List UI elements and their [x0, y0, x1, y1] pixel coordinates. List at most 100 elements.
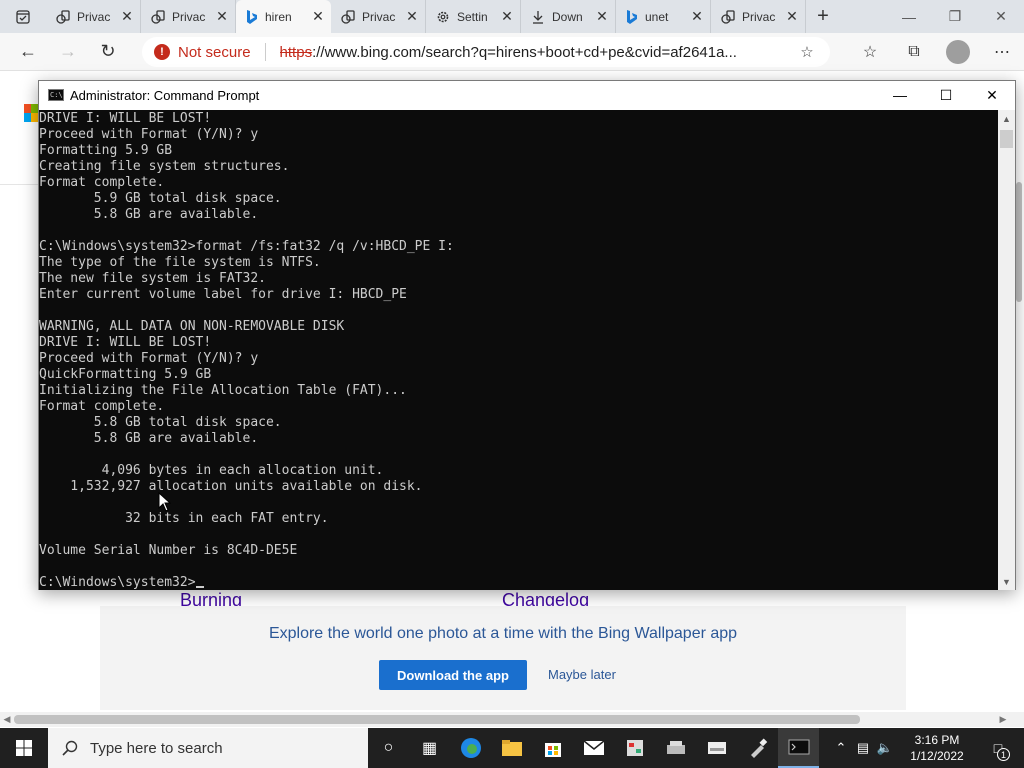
gear-icon	[436, 10, 450, 24]
tab-close-icon[interactable]: ✕	[311, 8, 325, 24]
console-line: 4,096 bytes in each allocation unit.	[39, 463, 384, 478]
scroll-up-icon[interactable]: ▲	[998, 110, 1015, 127]
usb-tool-icon[interactable]	[737, 728, 778, 768]
scroll-down-icon[interactable]: ▼	[998, 573, 1015, 590]
address-bar[interactable]: ! Not secure https://www.bing.com/search…	[142, 37, 830, 67]
scroll-right-icon[interactable]: ▶	[996, 712, 1010, 727]
cmd-window-controls: — ☐ ✕	[877, 81, 1015, 109]
maybe-later-link[interactable]: Maybe later	[548, 667, 616, 682]
download-icon	[531, 10, 545, 24]
forward-button[interactable]: →	[48, 33, 88, 71]
cmd-minimize-button[interactable]: —	[877, 81, 923, 109]
console-line: Format complete.	[39, 399, 165, 414]
console-line: Format complete.	[39, 175, 165, 190]
browser-tab[interactable]: Settin ✕	[426, 0, 521, 33]
security-status[interactable]: Not secure	[178, 44, 251, 61]
back-button[interactable]: ←	[8, 33, 48, 71]
show-hidden-icons-icon[interactable]: ⌃	[830, 740, 852, 756]
profile-button[interactable]	[936, 33, 980, 71]
page-horizontal-scrollbar[interactable]: ◀ ▶	[0, 712, 1024, 727]
tab-close-icon[interactable]: ✕	[690, 8, 704, 24]
page-scroll-thumb[interactable]	[1016, 182, 1022, 302]
clock-time: 3:16 PM	[914, 733, 960, 747]
console-line: Volume Serial Number is 8C4D-DE5E	[39, 543, 298, 558]
edge-icon[interactable]	[450, 728, 491, 768]
task-view-icon[interactable]: ▦	[409, 728, 450, 768]
drive-tool-icon[interactable]	[655, 728, 696, 768]
store-icon[interactable]	[532, 728, 573, 768]
tab-close-icon[interactable]: ✕	[215, 8, 229, 24]
command-prompt-window[interactable]: C:\ Administrator: Command Prompt — ☐ ✕ …	[38, 80, 1016, 590]
cmd-vertical-scrollbar[interactable]: ▲ ▼	[998, 110, 1015, 590]
control-panel-icon[interactable]	[614, 728, 655, 768]
cmd-title-bar[interactable]: C:\ Administrator: Command Prompt — ☐ ✕	[39, 81, 1015, 109]
scroll-left-icon[interactable]: ◀	[0, 712, 14, 727]
desktop: Privac ✕ Privac ✕ hiren ✕ Privac ✕ Settin ✕ Down ✕ u…	[0, 0, 1024, 768]
action-center-button[interactable]: □ 1	[978, 728, 1018, 768]
taskbar-search-box[interactable]: Type here to search	[48, 728, 368, 768]
console-prompt[interactable]: C:\Windows\system32>	[39, 575, 999, 590]
restore-button[interactable]: ❐	[932, 0, 978, 33]
tab-title: Privac	[742, 9, 776, 24]
volume-muted-icon[interactable]: 🔈	[874, 740, 896, 756]
new-tab-button[interactable]: +	[806, 0, 840, 33]
browser-tab[interactable]: Down ✕	[521, 0, 616, 33]
browser-tab[interactable]: Privac ✕	[46, 0, 141, 33]
promo-text: Explore the world one photo at a time wi…	[268, 625, 738, 642]
network-icon[interactable]: ▤	[852, 740, 874, 756]
tab-close-icon[interactable]: ✕	[595, 8, 609, 24]
refresh-button[interactable]: ↻	[88, 33, 128, 71]
notification-count-badge: 1	[997, 748, 1010, 761]
tab-close-icon[interactable]: ✕	[120, 8, 134, 24]
file-explorer-icon[interactable]	[491, 728, 532, 768]
browser-tab[interactable]: hiren ✕	[236, 0, 331, 33]
system-clock[interactable]: 3:16 PM 1/12/2022	[896, 732, 978, 764]
add-favorite-icon[interactable]: ☆	[796, 43, 818, 61]
search-icon	[62, 740, 78, 756]
avatar	[946, 40, 970, 64]
command-prompt-taskbar-icon[interactable]	[778, 728, 819, 768]
collections-icon[interactable]: ⧉	[892, 33, 936, 71]
console-line: DRIVE I: WILL BE LOST!	[39, 335, 212, 350]
download-app-button[interactable]: Download the app	[379, 660, 527, 690]
url-text[interactable]: https://www.bing.com/search?q=hirens+boo…	[280, 44, 796, 61]
disk-utility-icon[interactable]	[696, 728, 737, 768]
url-scheme: https	[279, 43, 313, 61]
tab-title: Privac	[77, 9, 111, 24]
console-line: The new file system is FAT32.	[39, 271, 266, 286]
cmd-window-title: Administrator: Command Prompt	[70, 87, 260, 103]
tab-close-icon[interactable]: ✕	[785, 8, 799, 24]
page-hscroll-thumb[interactable]	[14, 715, 860, 724]
cmd-maximize-button[interactable]: ☐	[923, 81, 969, 109]
tab-close-icon[interactable]: ✕	[500, 8, 514, 24]
page-icon	[151, 9, 165, 24]
minimize-button[interactable]: —	[886, 0, 932, 33]
page-icon	[341, 9, 355, 24]
browser-tab-strip: Privac ✕ Privac ✕ hiren ✕ Privac ✕ Settin ✕ Down ✕ u…	[0, 0, 1024, 33]
wallpaper-promo: Explore the world one photo at a time wi…	[100, 606, 906, 710]
page-icon	[721, 9, 735, 24]
browser-tab[interactable]: unet ✕	[616, 0, 711, 33]
cortana-icon[interactable]: ○	[368, 728, 409, 768]
console-line: 5.8 GB are available.	[39, 207, 259, 222]
console-line: 5.9 GB total disk space.	[39, 191, 282, 206]
tab-close-icon[interactable]: ✕	[405, 8, 419, 24]
browser-tab[interactable]: Privac ✕	[711, 0, 806, 33]
console-area[interactable]: DRIVE I: WILL BE LOST! Proceed with Forma…	[39, 110, 999, 590]
cmd-icon: C:\	[48, 89, 64, 101]
more-menu-icon[interactable]: ⋯	[980, 33, 1024, 71]
start-button[interactable]	[0, 728, 48, 768]
tab-title: Down	[552, 9, 583, 24]
favorites-icon[interactable]: ☆	[848, 33, 892, 71]
tab-actions-button[interactable]	[0, 0, 46, 33]
console-line: Proceed with Format (Y/N)? y	[39, 127, 259, 142]
browser-tab[interactable]: Privac ✕	[141, 0, 236, 33]
close-button[interactable]: ✕	[978, 0, 1024, 33]
cmd-close-button[interactable]: ✕	[969, 81, 1015, 109]
mail-icon[interactable]	[573, 728, 614, 768]
browser-tab[interactable]: Privac ✕	[331, 0, 426, 33]
cmd-scroll-thumb[interactable]	[1000, 130, 1013, 148]
